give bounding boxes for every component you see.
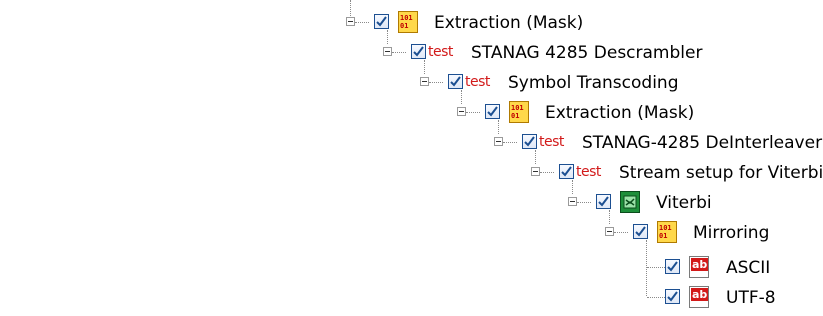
- tree-connector: [609, 210, 610, 224]
- text-ab-icon: ab: [689, 286, 709, 308]
- node-label: Stream setup for Viterbi: [619, 163, 823, 183]
- icon-glyph: 101: [659, 224, 672, 232]
- collapse-toggle[interactable]: [494, 137, 503, 146]
- tree-connector: [647, 267, 665, 268]
- tree-connector: [387, 30, 388, 44]
- binary-extraction-icon: 101 01: [398, 11, 418, 33]
- node-checkbox[interactable]: [665, 259, 680, 274]
- checkmark-icon: [487, 106, 498, 117]
- test-icon: test: [539, 134, 564, 150]
- checkmark-icon: [524, 136, 535, 147]
- checkmark-icon: [561, 166, 572, 177]
- checkmark-icon: [667, 291, 678, 302]
- node-label: Mirroring: [693, 223, 770, 243]
- node-label: Extraction (Mask): [545, 103, 695, 123]
- tree-connector: [429, 82, 443, 83]
- icon-glyph: ab: [691, 288, 709, 301]
- text-ab-icon: ab: [689, 256, 709, 278]
- node-label: UTF-8: [726, 288, 776, 308]
- node-checkbox[interactable]: [559, 164, 574, 179]
- node-checkbox[interactable]: [665, 289, 680, 304]
- checkmark-icon: [450, 76, 461, 87]
- tree-connector: [647, 297, 665, 298]
- collapse-toggle[interactable]: [605, 227, 614, 236]
- tree-connector: [498, 120, 499, 134]
- tree-connector: [503, 142, 517, 143]
- node-checkbox[interactable]: [374, 14, 389, 29]
- viterbi-glyph: [623, 195, 637, 209]
- tree-connector: [461, 90, 462, 104]
- node-label: STANAG 4285 Descrambler: [471, 43, 703, 63]
- tree-connector: [540, 172, 554, 173]
- tree-connector: [466, 112, 480, 113]
- binary-extraction-icon: 101 01: [657, 221, 677, 243]
- checkmark-icon: [598, 196, 609, 207]
- node-checkbox[interactable]: [448, 74, 463, 89]
- tree-connector: [350, 0, 351, 16]
- tree-connector: [424, 60, 425, 74]
- checkmark-icon: [667, 261, 678, 272]
- tree-connector: [577, 202, 591, 203]
- checkmark-icon: [376, 16, 387, 27]
- node-checkbox[interactable]: [596, 194, 611, 209]
- icon-glyph: 01: [400, 22, 409, 30]
- icon-glyph: ab: [691, 258, 709, 271]
- collapse-toggle[interactable]: [420, 77, 429, 86]
- test-icon: test: [428, 44, 453, 60]
- tree-connector: [392, 52, 406, 53]
- collapse-toggle[interactable]: [383, 47, 392, 56]
- node-checkbox[interactable]: [411, 44, 426, 59]
- tree-connector: [355, 22, 369, 23]
- tree-connector: [614, 232, 628, 233]
- tree-connector: [535, 150, 536, 164]
- icon-glyph: 01: [511, 112, 520, 120]
- checkmark-icon: [413, 46, 424, 57]
- checkmark-icon: [635, 226, 646, 237]
- collapse-toggle[interactable]: [568, 197, 577, 206]
- processing-chain-tree: 101 01 Extraction (Mask) test STANAG 428…: [0, 0, 823, 316]
- collapse-toggle[interactable]: [346, 17, 355, 26]
- node-label: ASCII: [726, 258, 771, 278]
- collapse-toggle[interactable]: [457, 107, 466, 116]
- test-icon: test: [576, 164, 601, 180]
- node-checkbox[interactable]: [633, 224, 648, 239]
- test-icon: test: [465, 74, 490, 90]
- node-checkbox[interactable]: [522, 134, 537, 149]
- collapse-toggle[interactable]: [531, 167, 540, 176]
- node-label: Viterbi: [656, 193, 712, 213]
- icon-glyph: 101: [400, 14, 413, 22]
- icon-glyph: 01: [659, 232, 668, 240]
- node-label: STANAG-4285 DeInterleaver: [582, 133, 823, 153]
- node-checkbox[interactable]: [485, 104, 500, 119]
- tree-connector: [572, 180, 573, 194]
- icon-glyph: 101: [511, 104, 524, 112]
- tree-connector: [646, 240, 647, 296]
- binary-extraction-icon: 101 01: [509, 101, 529, 123]
- node-label: Symbol Transcoding: [508, 73, 679, 93]
- node-label: Extraction (Mask): [434, 13, 584, 33]
- viterbi-icon: [620, 191, 640, 213]
